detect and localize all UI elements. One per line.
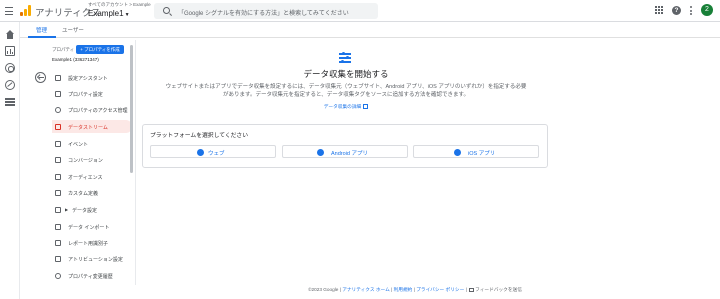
nav-item-label: データ設定 [72, 207, 98, 214]
admin-tabs: 管理 ユーザー [20, 22, 720, 38]
property-picker-label: Example1 [88, 9, 124, 18]
upload-icon [55, 223, 61, 230]
learn-more-label: データ収集の詳細 [323, 104, 362, 109]
nav-item-property-access[interactable]: プロパティのアクセス管理 [52, 103, 132, 116]
ios-icon [454, 148, 461, 156]
open-in-new-icon [363, 104, 369, 109]
platform-select-card: プラットフォームを選択してください ウェブ Android アプリ iOS アプ… [142, 124, 548, 168]
nav-item-property-change-history[interactable]: プロパティ変更履歴 [52, 269, 132, 282]
nav-item-data-settings[interactable]: ▶ データ設定 [52, 203, 132, 216]
explore-icon[interactable] [5, 63, 15, 73]
description-line-2: があります。データ収集元を指定すると、データ収集タグをソースに追加する方法を確認… [223, 92, 469, 98]
send-feedback-link[interactable]: フィードバックを送信 [475, 287, 522, 292]
analytics-logo-icon[interactable] [20, 5, 31, 16]
people-icon [55, 106, 61, 113]
left-nav-rail [0, 22, 20, 299]
nav-item-label: コンバージョン [68, 157, 103, 164]
nav-scrollbar[interactable] [130, 45, 133, 173]
flag-icon [55, 156, 61, 163]
footer-link-analytics-home[interactable]: アナリティクス ホーム [342, 287, 390, 292]
attribution-icon [55, 255, 61, 262]
nav-item-label: プロパティ設定 [68, 91, 103, 98]
web-platform-label: ウェブ [208, 151, 225, 158]
page-description: ウェブサイトまたはアプリでデータ収集を設定するには、データ収集元（ウェブサイト、… [156, 83, 536, 99]
property-column-label: プロパティ [52, 47, 75, 52]
nav-item-label: オーディエンス [68, 174, 103, 181]
footer-link-terms[interactable]: 利用規約 [394, 287, 413, 292]
ios-platform-button[interactable]: iOS アプリ [413, 145, 539, 158]
nav-item-attribution-settings[interactable]: アトリビューション設定 [52, 252, 132, 265]
custom-definitions-icon [55, 189, 61, 196]
nav-item-label: データ インポート [68, 224, 110, 231]
identity-icon [55, 239, 61, 246]
nav-item-label: イベント [68, 141, 89, 148]
nav-item-label: カスタム定義 [68, 190, 99, 197]
nav-item-conversions[interactable]: コンバージョン [52, 153, 132, 166]
property-picker[interactable]: Example1▼ [88, 9, 130, 18]
apps-grid-icon[interactable] [655, 6, 663, 14]
search-icon [163, 7, 170, 14]
nav-item-label: 設定アシスタント [68, 75, 108, 82]
android-icon [317, 148, 324, 156]
chevron-right-icon: ▶ [65, 207, 69, 212]
top-app-bar: アナリティクス すべてのアカウント > Example Example1▼ 「G… [0, 0, 720, 22]
learn-more-link[interactable]: データ収集の詳細 [136, 104, 556, 110]
admin-property-nav: プロパティ + プロパティを作成 Example1 (336271347) 設定… [20, 40, 135, 285]
tab-admin[interactable]: 管理 [36, 26, 47, 34]
configure-icon[interactable] [5, 97, 15, 107]
account-breadcrumb[interactable]: すべてのアカウント > Example [88, 2, 151, 8]
create-property-button[interactable]: + プロパティを作成 [76, 45, 124, 54]
reports-icon[interactable] [5, 46, 15, 56]
data-settings-icon [55, 206, 61, 213]
description-line-1: ウェブサイトまたはアプリでデータ収集を設定するには、データ収集元（ウェブサイト、… [165, 84, 527, 90]
web-platform-button[interactable]: ウェブ [150, 145, 276, 158]
history-icon [55, 272, 61, 279]
footer-link-privacy[interactable]: プライバシー ポリシー [416, 287, 464, 292]
property-settings-icon [55, 90, 61, 97]
data-streams-panel: データ収集を開始する ウェブサイトまたはアプリでデータ収集を設定するには、データ… [136, 40, 720, 280]
nav-item-data-import[interactable]: データ インポート [52, 220, 132, 233]
chevron-down-icon: ▼ [124, 12, 130, 18]
page-title: データ収集を開始する [303, 69, 389, 79]
globe-icon [197, 148, 204, 156]
nav-item-label: レポート用識別子 [68, 240, 109, 247]
checklist-icon [55, 74, 61, 81]
tab-user[interactable]: ユーザー [62, 26, 84, 34]
tab-active-indicator [28, 36, 56, 38]
advertising-icon[interactable] [5, 80, 15, 90]
copyright: ©2023 Google | [308, 287, 341, 292]
nav-item-label: アトリビューション設定 [68, 256, 123, 263]
search-bar[interactable]: 「Google シグナルを有効にする方法」と検索してみてください [154, 3, 378, 19]
data-stream-icon [55, 123, 61, 130]
audience-icon [55, 173, 61, 180]
nav-item-events[interactable]: イベント [52, 137, 132, 150]
android-platform-button[interactable]: Android アプリ [282, 145, 408, 158]
main-menu-icon[interactable] [3, 5, 15, 17]
nav-item-label: プロパティのアクセス管理 [68, 107, 128, 114]
nav-item-property-settings[interactable]: プロパティ設定 [52, 87, 132, 100]
data-stream-hero-icon [339, 52, 351, 63]
back-arrow-icon[interactable] [35, 72, 46, 83]
nav-item-reporting-identity[interactable]: レポート用識別子 [52, 236, 132, 249]
search-input[interactable]: 「Google シグナルを有効にする方法」と検索してみてください [178, 8, 349, 17]
property-selector[interactable]: Example1 (336271347) [52, 57, 99, 62]
nav-item-data-streams[interactable]: データストリーム [52, 120, 132, 133]
nav-item-label: プロパティ変更履歴 [68, 273, 113, 280]
platform-card-title: プラットフォームを選択してください [150, 133, 249, 139]
ios-platform-label: iOS アプリ [468, 151, 496, 158]
help-icon[interactable]: ? [672, 6, 681, 15]
account-avatar[interactable]: 2 [701, 4, 713, 16]
nav-item-custom-definitions[interactable]: カスタム定義 [52, 186, 132, 199]
feedback-icon [469, 287, 475, 292]
event-icon [55, 140, 61, 147]
nav-item-setup-assistant[interactable]: 設定アシスタント [52, 71, 132, 84]
nav-item-label: データストリーム [68, 124, 108, 131]
more-vert-icon[interactable] [689, 6, 692, 15]
footer: ©2023 Google | アナリティクス ホーム | 利用規約 | プライバ… [308, 287, 522, 292]
home-icon[interactable] [5, 30, 15, 40]
nav-item-audiences[interactable]: オーディエンス [52, 170, 132, 183]
android-platform-label: Android アプリ [331, 151, 368, 158]
